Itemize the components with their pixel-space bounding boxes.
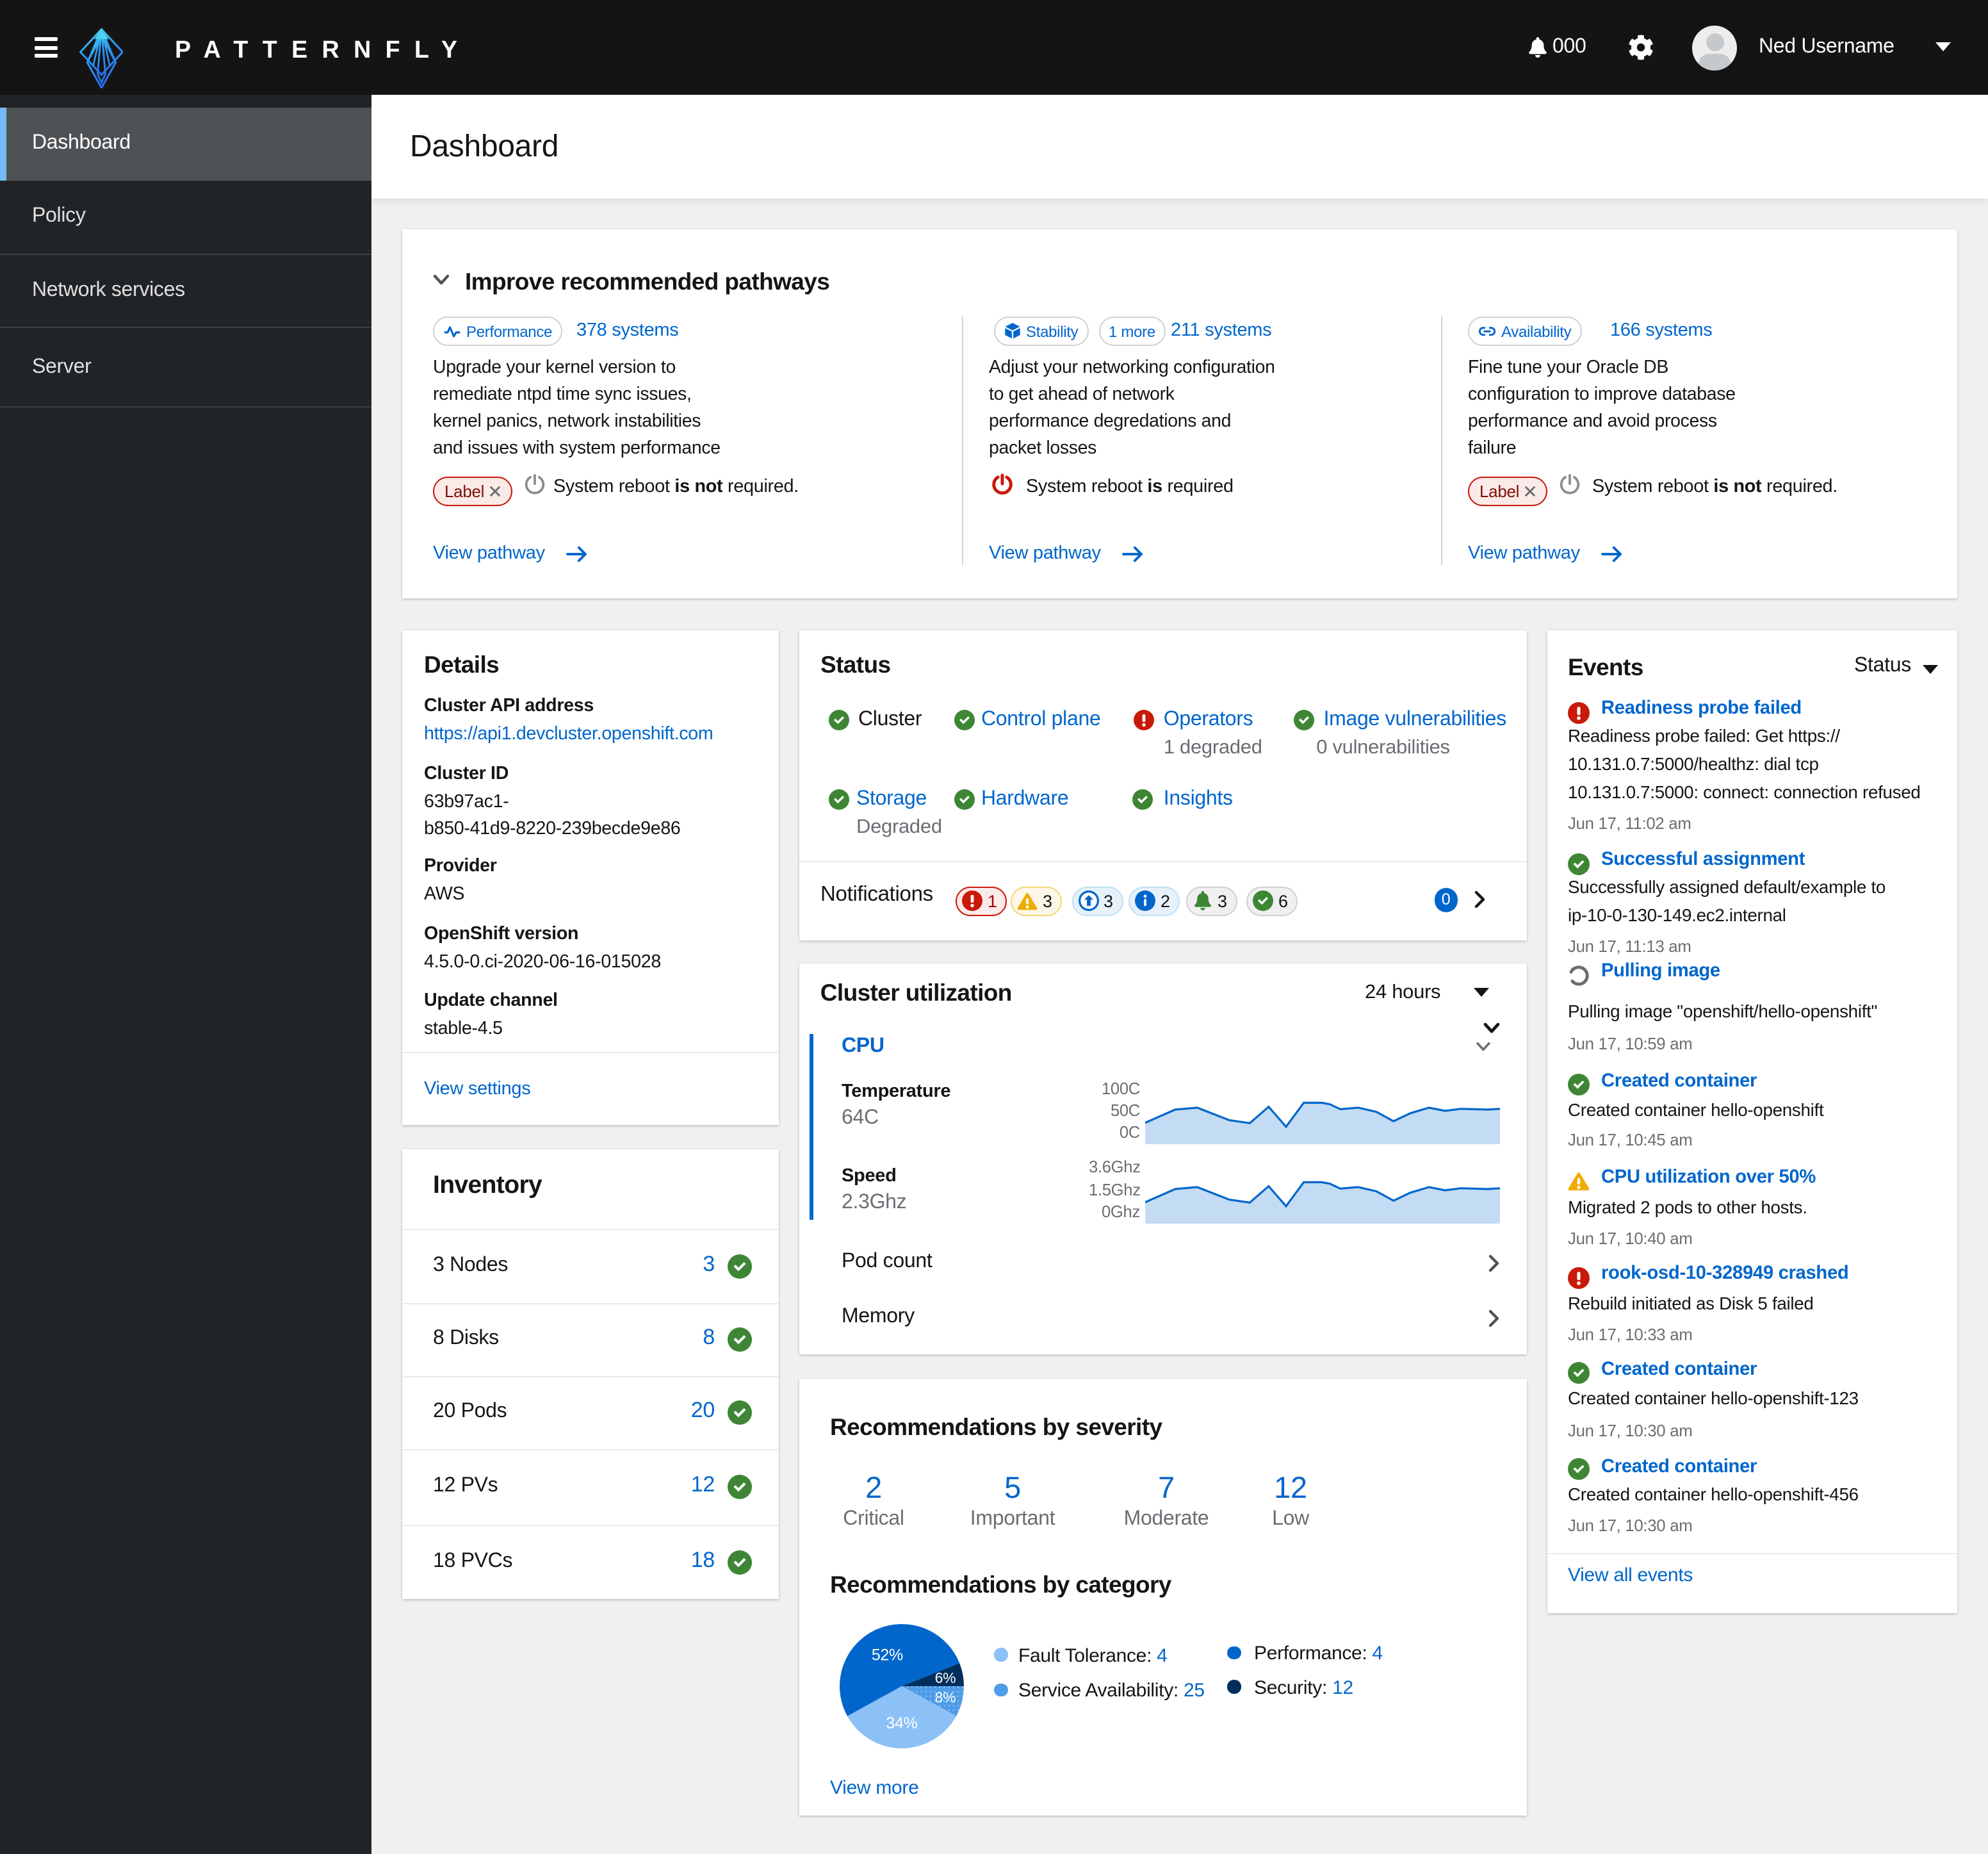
- svg-text:8%: 8%: [935, 1689, 956, 1705]
- svg-text:6%: 6%: [935, 1669, 956, 1686]
- svg-text:52%: 52%: [872, 1646, 903, 1664]
- svg-text:34%: 34%: [886, 1714, 917, 1732]
